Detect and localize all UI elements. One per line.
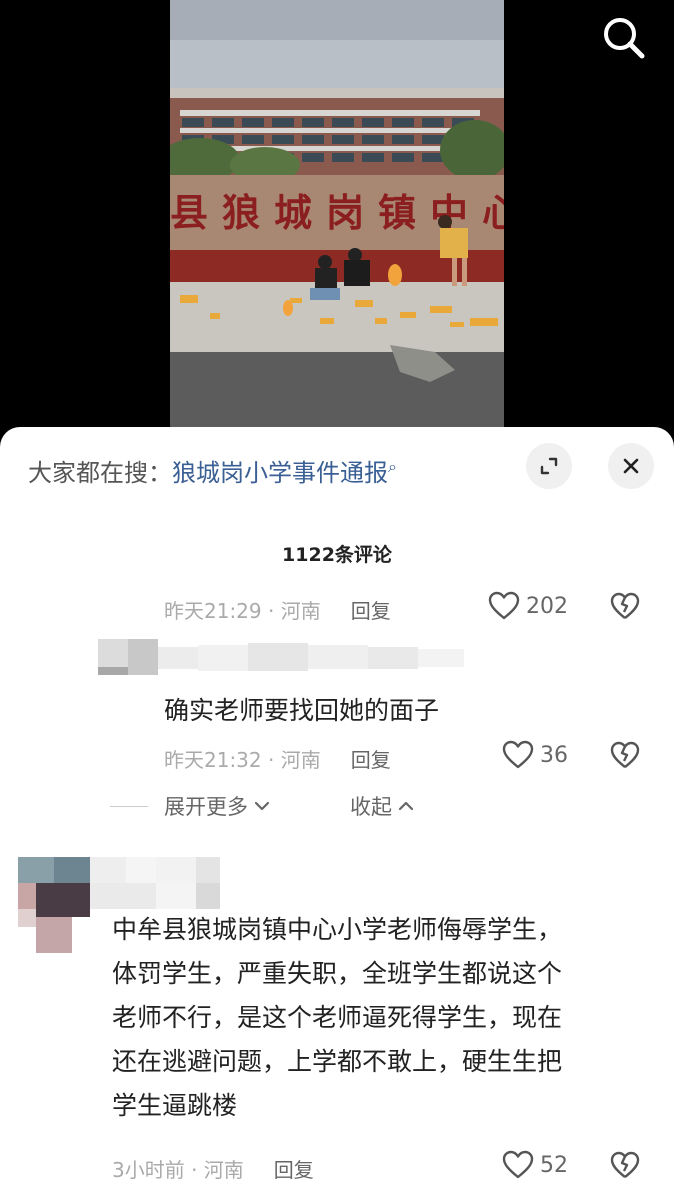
collapse-button[interactable]: 收起: [350, 791, 414, 821]
video-player[interactable]: 县狼城岗镇中心: [170, 0, 504, 440]
like-count: 36: [540, 742, 568, 768]
comment-sheet: 大家都在搜：狼城岗小学事件通报⌕ 1122条评论 昨天21:29 · 河南 回复 …: [0, 427, 674, 1200]
like-count: 52: [540, 1152, 568, 1178]
like-button[interactable]: 202: [488, 591, 568, 621]
video-frame-scene: 县狼城岗镇中心: [170, 0, 504, 440]
comment-time-location: 3小时前 · 河南: [112, 1158, 244, 1182]
comment-meta: 3小时前 · 河南 回复: [112, 1154, 314, 1183]
thread-expand-row: 展开更多: [110, 791, 270, 821]
dislike-button[interactable]: [610, 740, 640, 774]
like-button[interactable]: 36: [502, 740, 568, 770]
expand-more-button[interactable]: 展开更多: [164, 791, 270, 821]
close-button[interactable]: [608, 443, 654, 489]
pixelated-avatar-mask: [18, 857, 90, 953]
hot-search-link[interactable]: 狼城岗小学事件通报: [172, 459, 388, 487]
search-small-icon: ⌕: [388, 457, 397, 476]
heart-icon: [502, 740, 534, 769]
chevron-up-icon: [398, 801, 414, 811]
comment-text-line: 中牟县狼城岗镇中心小学老师侮辱学生，: [112, 915, 563, 944]
reply-button[interactable]: 回复: [351, 599, 391, 623]
like-count: 202: [526, 593, 568, 619]
reply-button[interactable]: 回复: [274, 1158, 314, 1182]
collapse-label: 收起: [350, 795, 392, 819]
hot-search-prefix: 大家都在搜：: [28, 459, 172, 487]
expand-more-label: 展开更多: [164, 795, 248, 819]
expand-icon: [540, 457, 558, 475]
comment-text: 确实老师要找回她的面子: [164, 696, 440, 725]
broken-heart-icon: [610, 1151, 640, 1178]
search-button[interactable]: [598, 12, 650, 64]
avatar[interactable]: [18, 857, 90, 953]
chevron-down-icon: [254, 801, 270, 811]
blurred-username: [90, 857, 220, 911]
hot-search-bar: 大家都在搜：狼城岗小学事件通报⌕: [28, 453, 397, 488]
blurred-username: [98, 639, 468, 675]
comment-text-line: 还在逃避问题，上学都不敢上，硬生生把: [112, 1047, 563, 1076]
comment-meta: 昨天21:32 · 河南 回复: [164, 744, 391, 773]
dislike-button[interactable]: [610, 1150, 640, 1184]
expand-button[interactable]: [526, 443, 572, 489]
close-icon: [623, 458, 639, 474]
broken-heart-icon: [610, 592, 640, 619]
comment-time-location: 昨天21:29 · 河南: [164, 599, 321, 623]
comment-text-line: 体罚学生，严重失职，全班学生都说这个: [112, 959, 563, 988]
comment-time-location: 昨天21:32 · 河南: [164, 748, 321, 772]
heart-icon: [502, 1150, 534, 1179]
reply-button[interactable]: 回复: [351, 748, 391, 772]
pixelated-username-mask: [90, 857, 220, 909]
comment-text-line: 学生逼跳楼: [112, 1091, 238, 1120]
comment-text: 中牟县狼城岗镇中心小学老师侮辱学生， 体罚学生，严重失职，全班学生都说这个 老师…: [112, 908, 562, 1128]
comment-text-line: 老师不行，是这个老师逼死得学生，现在: [112, 1003, 563, 1032]
dislike-button[interactable]: [610, 591, 640, 625]
heart-icon: [488, 591, 520, 620]
thread-divider: [110, 805, 148, 807]
like-button[interactable]: 52: [502, 1150, 568, 1180]
search-icon: [604, 18, 645, 59]
pixelated-username-mask: [98, 639, 464, 675]
comment-count: 1122条评论: [282, 544, 392, 566]
comment-meta: 昨天21:29 · 河南 回复: [164, 595, 391, 624]
video-area: 县狼城岗镇中心: [0, 0, 674, 440]
broken-heart-icon: [610, 741, 640, 768]
